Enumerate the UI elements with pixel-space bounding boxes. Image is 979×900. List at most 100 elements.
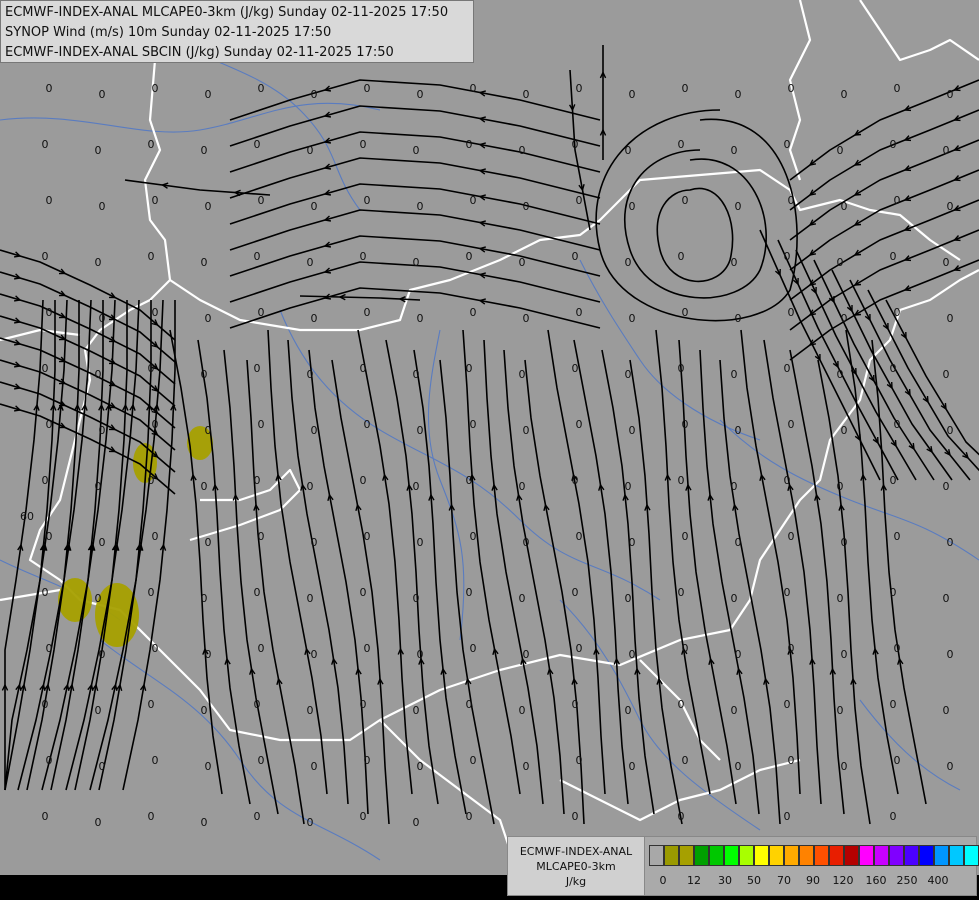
streamline [197,339,251,805]
streamline [740,329,801,795]
cape-value-label: 0 [466,250,473,263]
cape-value-label: 0 [731,592,738,605]
cape-value-label: 0 [148,698,155,711]
legend-swatch [679,845,694,866]
cape-value-label: 0 [307,592,314,605]
cape-value-label: 0 [788,754,795,767]
legend-swatch [964,845,979,866]
cape-value-label: 0 [311,424,318,437]
cape-value-label: 0 [894,754,901,767]
cape-value-label: 0 [576,642,583,655]
cape-value-label: 0 [629,536,636,549]
cape-value-label: 0 [201,144,208,157]
cape-value-label: 0 [311,200,318,213]
cape-value-label: 0 [523,312,530,325]
cape-value-label: 0 [682,530,689,543]
cape-value-label: 0 [784,586,791,599]
cape-value-label: 0 [364,306,371,319]
cape-value-label: 0 [46,530,53,543]
cape-value-label: 0 [678,474,685,487]
cape-value-label: 0 [523,536,530,549]
cape-value-label: 0 [629,200,636,213]
cape-value-label: 0 [148,138,155,151]
cape-value-label: 0 [678,250,685,263]
streamline [831,269,953,481]
map-canvas[interactable]: 0 0 0 0 0 0 0 0 0 0 0 0 0 0 0 0 0 0 0 0 0 0 0 0 0 0 0 0 0 0 0 0 0 0 0 0 0 0 0 0… [0,0,979,875]
cape-value-label: 0 [95,144,102,157]
cape-value-label: 0 [99,200,106,213]
cape-value-label: 0 [625,256,632,269]
cape-value-label: 0 [519,704,526,717]
country-border [859,0,979,62]
cape-value-label: 0 [519,592,526,605]
cape-value-label: 0 [201,704,208,717]
cape-value-label: 0 [417,312,424,325]
cape-value-label: 0 [841,200,848,213]
cape-value-label: 0 [99,760,106,773]
cape-value-label: 0 [148,250,155,263]
cape-value-label: 0 [205,760,212,773]
cape-value-label: 0 [470,306,477,319]
cape-value-label: 0 [890,698,897,711]
cape-value-label: 0 [841,424,848,437]
cape-value-label: 0 [307,816,314,829]
legend-swatch [709,845,724,866]
cape-value-label: 0 [201,368,208,381]
cape-value-label: 0 [788,194,795,207]
cape-value-label: 0 [572,698,579,711]
legend-swatch [814,845,829,866]
cape-value-label: 0 [254,138,261,151]
cape-value-label: 0 [413,592,420,605]
cape-value-label: 0 [682,82,689,95]
cape-value-label: 0 [46,306,53,319]
cape-value-label: 0 [947,760,954,773]
cape-value-label: 0 [95,704,102,717]
cape-value-label: 0 [470,194,477,207]
cape-value-label: 0 [682,306,689,319]
cape-value-label: 0 [731,480,738,493]
legend-swatch [769,845,784,866]
cape-value-label: 0 [466,586,473,599]
cape-value-label: 0 [890,138,897,151]
cape-value-label: 0 [947,88,954,101]
cape-value-label: 0 [731,368,738,381]
cape-value-label: 0 [731,256,738,269]
cape-value-label: 0 [95,368,102,381]
cape-value-label: 0 [258,530,265,543]
legend-scale: 0 12 30 50 70 90 120 160 250 400 [645,837,979,895]
cape-value-label: 0 [152,306,159,319]
cape-value-label: 0 [943,368,950,381]
cape-value-label: 0 [258,306,265,319]
legend-swatch [799,845,814,866]
cape-value-label: 0 [417,648,424,661]
legend-swatch [784,845,799,866]
cape-value-label: 0 [837,592,844,605]
cape-value-label: 0 [784,362,791,375]
cape-value-label: 0 [731,144,738,157]
cape-value-label: 0 [95,480,102,493]
cape-value-label: 0 [311,648,318,661]
cape-value-label: 0 [735,424,742,437]
cape-value-label: 0 [360,362,367,375]
cape-value-label: 0 [841,536,848,549]
streamline [229,79,601,121]
cape-value-label: 0 [678,698,685,711]
cape-value-label: 0 [258,754,265,767]
cape-value-label: 0 [678,138,685,151]
legend-param: MLCAPE0-3km [536,859,616,873]
cape-value-label: 0 [360,586,367,599]
cape-value-label: 0 [519,480,526,493]
cape-value-label: 0 [46,418,53,431]
cape-value-label: 0 [576,530,583,543]
country-border [0,588,61,602]
title-line-sbcin: ECMWF-INDEX-ANAL SBCIN (J/kg) Sunday 02-… [5,45,394,60]
cape-value-label: 0 [572,362,579,375]
legend-swatch [754,845,769,866]
cape-value-label: 0 [360,474,367,487]
cape-value-label: 0 [311,536,318,549]
cape-value-label: 0 [466,362,473,375]
cape-value-label: 0 [152,754,159,767]
cape-value-label: 0 [947,312,954,325]
cape-value-label: 0 [788,82,795,95]
cape-value-label: 0 [413,256,420,269]
